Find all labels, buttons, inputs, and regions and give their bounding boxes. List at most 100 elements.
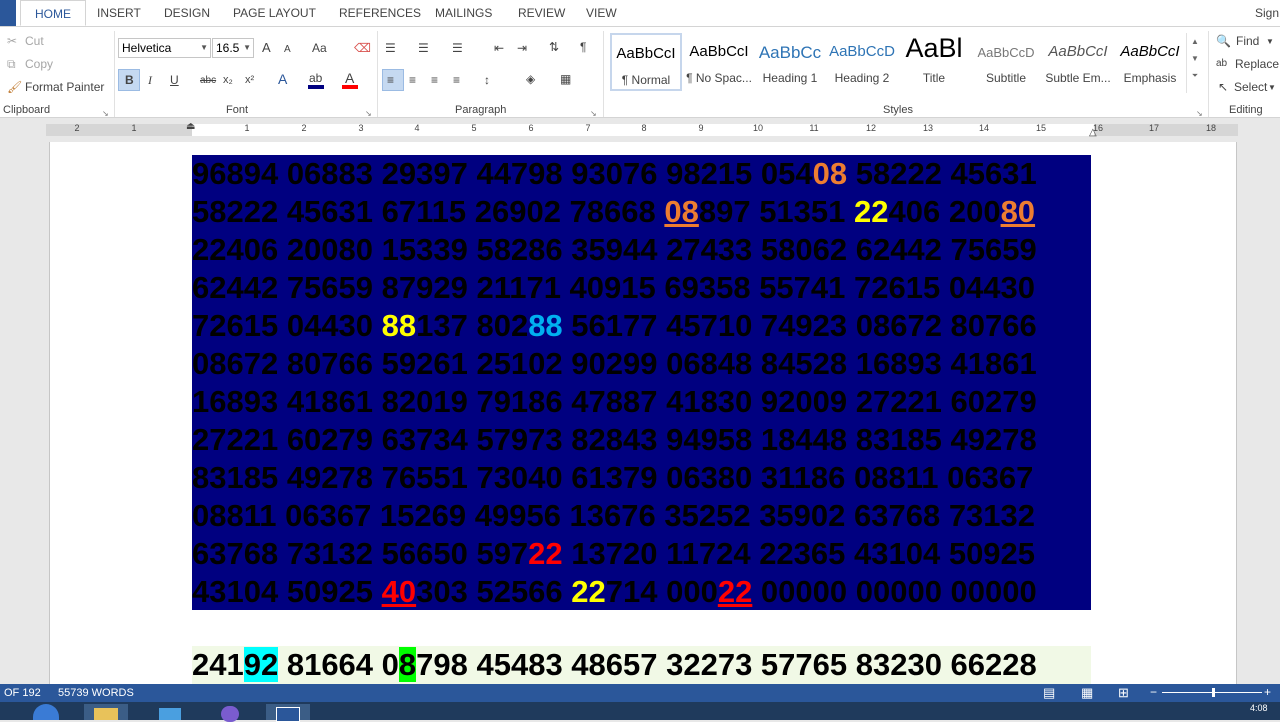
change-case-button[interactable]: Aa [312, 41, 327, 55]
format-painter-button[interactable]: Format Painter [25, 80, 104, 94]
style-no-spacing[interactable]: AaBbCcI ¶ No Spac... [683, 33, 755, 91]
shading-icon[interactable]: ◈ [526, 72, 535, 86]
print-layout-icon[interactable]: ▦ [1081, 685, 1093, 701]
tab-page-layout[interactable]: PAGE LAYOUT [233, 6, 316, 20]
font-size-box[interactable]: 16.5 ▼ [212, 38, 254, 58]
taskbar: 4:08 [0, 702, 1280, 722]
status-bar: OF 192 55739 WORDS ▤ ▦ ⊞ − + [0, 684, 1280, 702]
superscript-button[interactable]: x² [245, 73, 254, 87]
style-name: Subtitle [985, 71, 1027, 85]
app-icon[interactable] [148, 704, 192, 720]
clear-formatting-icon[interactable]: ⌫ [354, 41, 371, 55]
read-mode-icon[interactable]: ▤ [1043, 685, 1055, 701]
document-page[interactable]: 96894 06883 29397 44798 93076 98215 0540… [49, 142, 1237, 684]
zoom-slider-thumb[interactable] [1212, 688, 1215, 697]
chevron-up-icon[interactable]: ▲ [1187, 37, 1203, 46]
clock[interactable]: 4:08 [1250, 703, 1268, 713]
highlight-icon[interactable]: ab [309, 71, 322, 85]
sign-in-link[interactable]: Sign [1255, 6, 1279, 20]
replace-icon: ab [1216, 58, 1228, 69]
multilevel-list-icon[interactable]: ☰ [452, 41, 463, 55]
text-effects-icon[interactable]: A [278, 72, 287, 86]
style-heading-1[interactable]: AaBbCc Heading 1 [754, 33, 826, 91]
tab-design[interactable]: DESIGN [164, 6, 210, 20]
strikethrough-button[interactable]: abc [200, 74, 216, 88]
align-center-icon[interactable]: ≡ [409, 73, 416, 87]
style-heading-2[interactable]: AaBbCcD Heading 2 [826, 33, 898, 91]
borders-icon[interactable]: ▦ [560, 72, 571, 86]
page-count[interactable]: OF 192 [4, 687, 41, 699]
first-line-indent-marker[interactable]: ⏏ [186, 120, 195, 134]
numbering-icon[interactable]: ☰ [418, 41, 429, 55]
paintbrush-icon: 🖌 [7, 80, 23, 94]
select-button[interactable]: Select [1234, 80, 1267, 94]
clipboard-group-label: Clipboard [3, 104, 51, 116]
tab-mailings[interactable]: MAILINGS [435, 6, 492, 20]
style-title[interactable]: AaBl Title [898, 33, 970, 91]
number-text: 16893 41861 82019 79186 47887 41830 9200… [192, 384, 1037, 419]
ruler-number: 2 [301, 123, 307, 133]
chevron-down-icon[interactable]: ▼ [1187, 54, 1203, 63]
styles-gallery: AaBbCcI ¶ Normal AaBbCcI ¶ No Spac... Aa… [608, 33, 1202, 93]
number-text: 96894 06883 29397 44798 93076 98215 054 [192, 156, 813, 191]
word-taskbar-icon[interactable] [266, 704, 310, 722]
number-line: 58222 45631 67115 26902 78668 08897 5135… [192, 193, 1091, 231]
underline-button[interactable]: U [170, 73, 179, 87]
right-indent-marker[interactable]: △ [1089, 126, 1097, 140]
font-color-icon[interactable]: A [345, 71, 354, 85]
tab-references[interactable]: REFERENCES [339, 6, 421, 20]
gallery-more-icon[interactable]: ⏷ [1187, 71, 1203, 81]
ruler-number: 13 [922, 123, 933, 133]
replace-button[interactable]: Replace [1235, 57, 1279, 71]
style-subtle-emphasis[interactable]: AaBbCcI Subtle Em... [1042, 33, 1114, 91]
number-text: 62442 75659 87929 21171 40915 69358 5574… [192, 270, 1036, 305]
horizontal-ruler[interactable]: 2 1 1 2 3 4 5 6 7 8 9 10 11 12 13 14 15 … [0, 118, 1280, 142]
tab-view[interactable]: VIEW [586, 6, 617, 20]
tab-home[interactable]: HOME [20, 0, 86, 26]
copy-button[interactable]: Copy [25, 57, 53, 71]
zoom-out-button[interactable]: − [1150, 685, 1157, 699]
line-spacing-icon[interactable]: ↕ [484, 73, 490, 87]
style-subtitle[interactable]: AaBbCcD Subtitle [970, 33, 1042, 91]
pilcrow-icon[interactable]: ¶ [580, 40, 586, 54]
zoom-in-button[interactable]: + [1264, 685, 1271, 699]
cut-button[interactable]: Cut [25, 34, 44, 48]
font-name-box[interactable]: Helvetica ▼ [118, 38, 211, 58]
chevron-down-icon[interactable]: ▼ [1268, 81, 1276, 95]
highlighted-number: 22 [571, 574, 606, 609]
group-divider [1208, 31, 1209, 117]
italic-button[interactable]: I [148, 73, 152, 87]
file-tab[interactable] [0, 0, 16, 26]
number-line: 72615 04430 88137 80288 56177 45710 7492… [192, 307, 1091, 345]
style-emphasis[interactable]: AaBbCcI Emphasis [1114, 33, 1186, 91]
decrease-indent-icon[interactable]: ⇤ [494, 41, 504, 55]
sort-icon[interactable]: ⇅ [549, 40, 559, 54]
start-button[interactable] [30, 704, 62, 720]
web-layout-icon[interactable]: ⊞ [1118, 685, 1129, 701]
tab-insert[interactable]: INSERT [97, 6, 141, 20]
font-size-value: 16.5 [216, 41, 240, 55]
chevron-down-icon: ▼ [200, 43, 208, 52]
ruler-number: 18 [1205, 123, 1216, 133]
bullets-icon[interactable]: ☰ [385, 41, 396, 55]
align-right-icon[interactable]: ≡ [431, 73, 438, 87]
highlighted-number: 22 [854, 194, 889, 229]
browser-icon[interactable] [208, 704, 252, 722]
chevron-down-icon[interactable]: ▼ [1266, 35, 1274, 49]
styles-gallery-scroll[interactable]: ▲ ▼ ⏷ [1186, 33, 1203, 93]
grow-font-button[interactable]: A [262, 41, 271, 55]
increase-indent-icon[interactable]: ⇥ [517, 41, 527, 55]
justify-icon[interactable]: ≡ [453, 73, 460, 87]
word-count[interactable]: 55739 WORDS [58, 687, 134, 699]
number-text: 137 802 [416, 308, 529, 343]
ruler-number: 12 [865, 123, 876, 133]
paragraph-group-label: Paragraph [455, 104, 507, 116]
font-color-swatch [342, 85, 358, 89]
style-normal[interactable]: AaBbCcI ¶ Normal [610, 33, 682, 91]
shrink-font-button[interactable]: A [284, 43, 291, 57]
scissors-icon: ✂ [7, 34, 18, 48]
find-button[interactable]: Find [1236, 34, 1259, 48]
file-explorer-icon[interactable] [84, 704, 128, 720]
tab-review[interactable]: REVIEW [518, 6, 565, 20]
subscript-button[interactable]: x₂ [223, 73, 233, 87]
